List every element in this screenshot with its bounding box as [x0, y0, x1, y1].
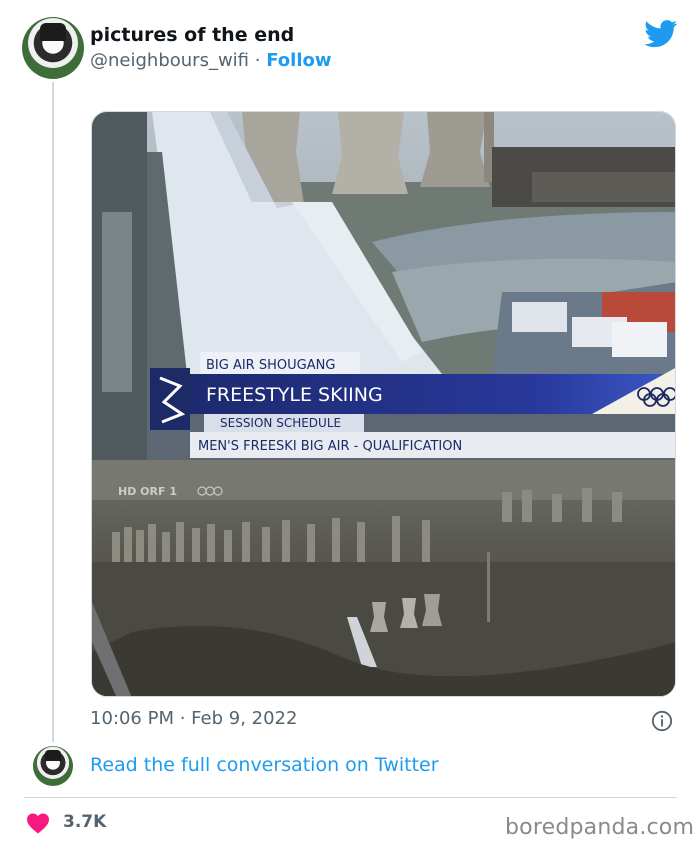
author-name[interactable]: pictures of the end [90, 24, 294, 46]
broadcast-venue-text: BIG AIR SHOUGANG [206, 358, 335, 373]
city-aerial-photo: HD ORF 1 [92, 460, 675, 696]
follow-link[interactable]: Follow [266, 50, 331, 71]
media-image: BIG AIR SHOUGANG FREESTYLE SKIING SESSIO… [92, 112, 675, 696]
reply-avatar[interactable] [33, 746, 73, 786]
author-handle-line: @neighbours_wifi · Follow [90, 50, 332, 71]
author-handle[interactable]: @neighbours_wifi [90, 50, 249, 71]
heart-icon[interactable] [26, 812, 50, 834]
broadcast-event-text: MEN'S FREESKI BIG AIR - QUALIFICATION [198, 439, 462, 454]
tweet-media-photo[interactable]: BIG AIR SHOUGANG FREESTYLE SKIING SESSIO… [91, 111, 676, 697]
channel-bug-text: HD ORF 1 [118, 485, 177, 498]
venue-photo: BIG AIR SHOUGANG FREESTYLE SKIING SESSIO… [92, 112, 675, 460]
tweet-embed-card: pictures of the end @neighbours_wifi · F… [0, 0, 700, 851]
read-conversation-link[interactable]: Read the full conversation on Twitter [90, 754, 439, 776]
tweet-timestamp[interactable]: 10:06 PM · Feb 9, 2022 [90, 708, 297, 729]
like-count[interactable]: 3.7K [63, 812, 106, 832]
broadcast-subtitle-text: SESSION SCHEDULE [220, 416, 341, 430]
info-icon[interactable] [651, 710, 673, 732]
author-avatar[interactable] [22, 17, 84, 79]
thread-connector-line [52, 82, 54, 742]
divider [24, 797, 677, 798]
broadcast-title-text: FREESTYLE SKIING [206, 384, 383, 406]
site-watermark: boredpanda.com [505, 815, 695, 840]
handle-separator: · [254, 50, 261, 71]
twitter-bird-icon[interactable] [644, 20, 678, 48]
